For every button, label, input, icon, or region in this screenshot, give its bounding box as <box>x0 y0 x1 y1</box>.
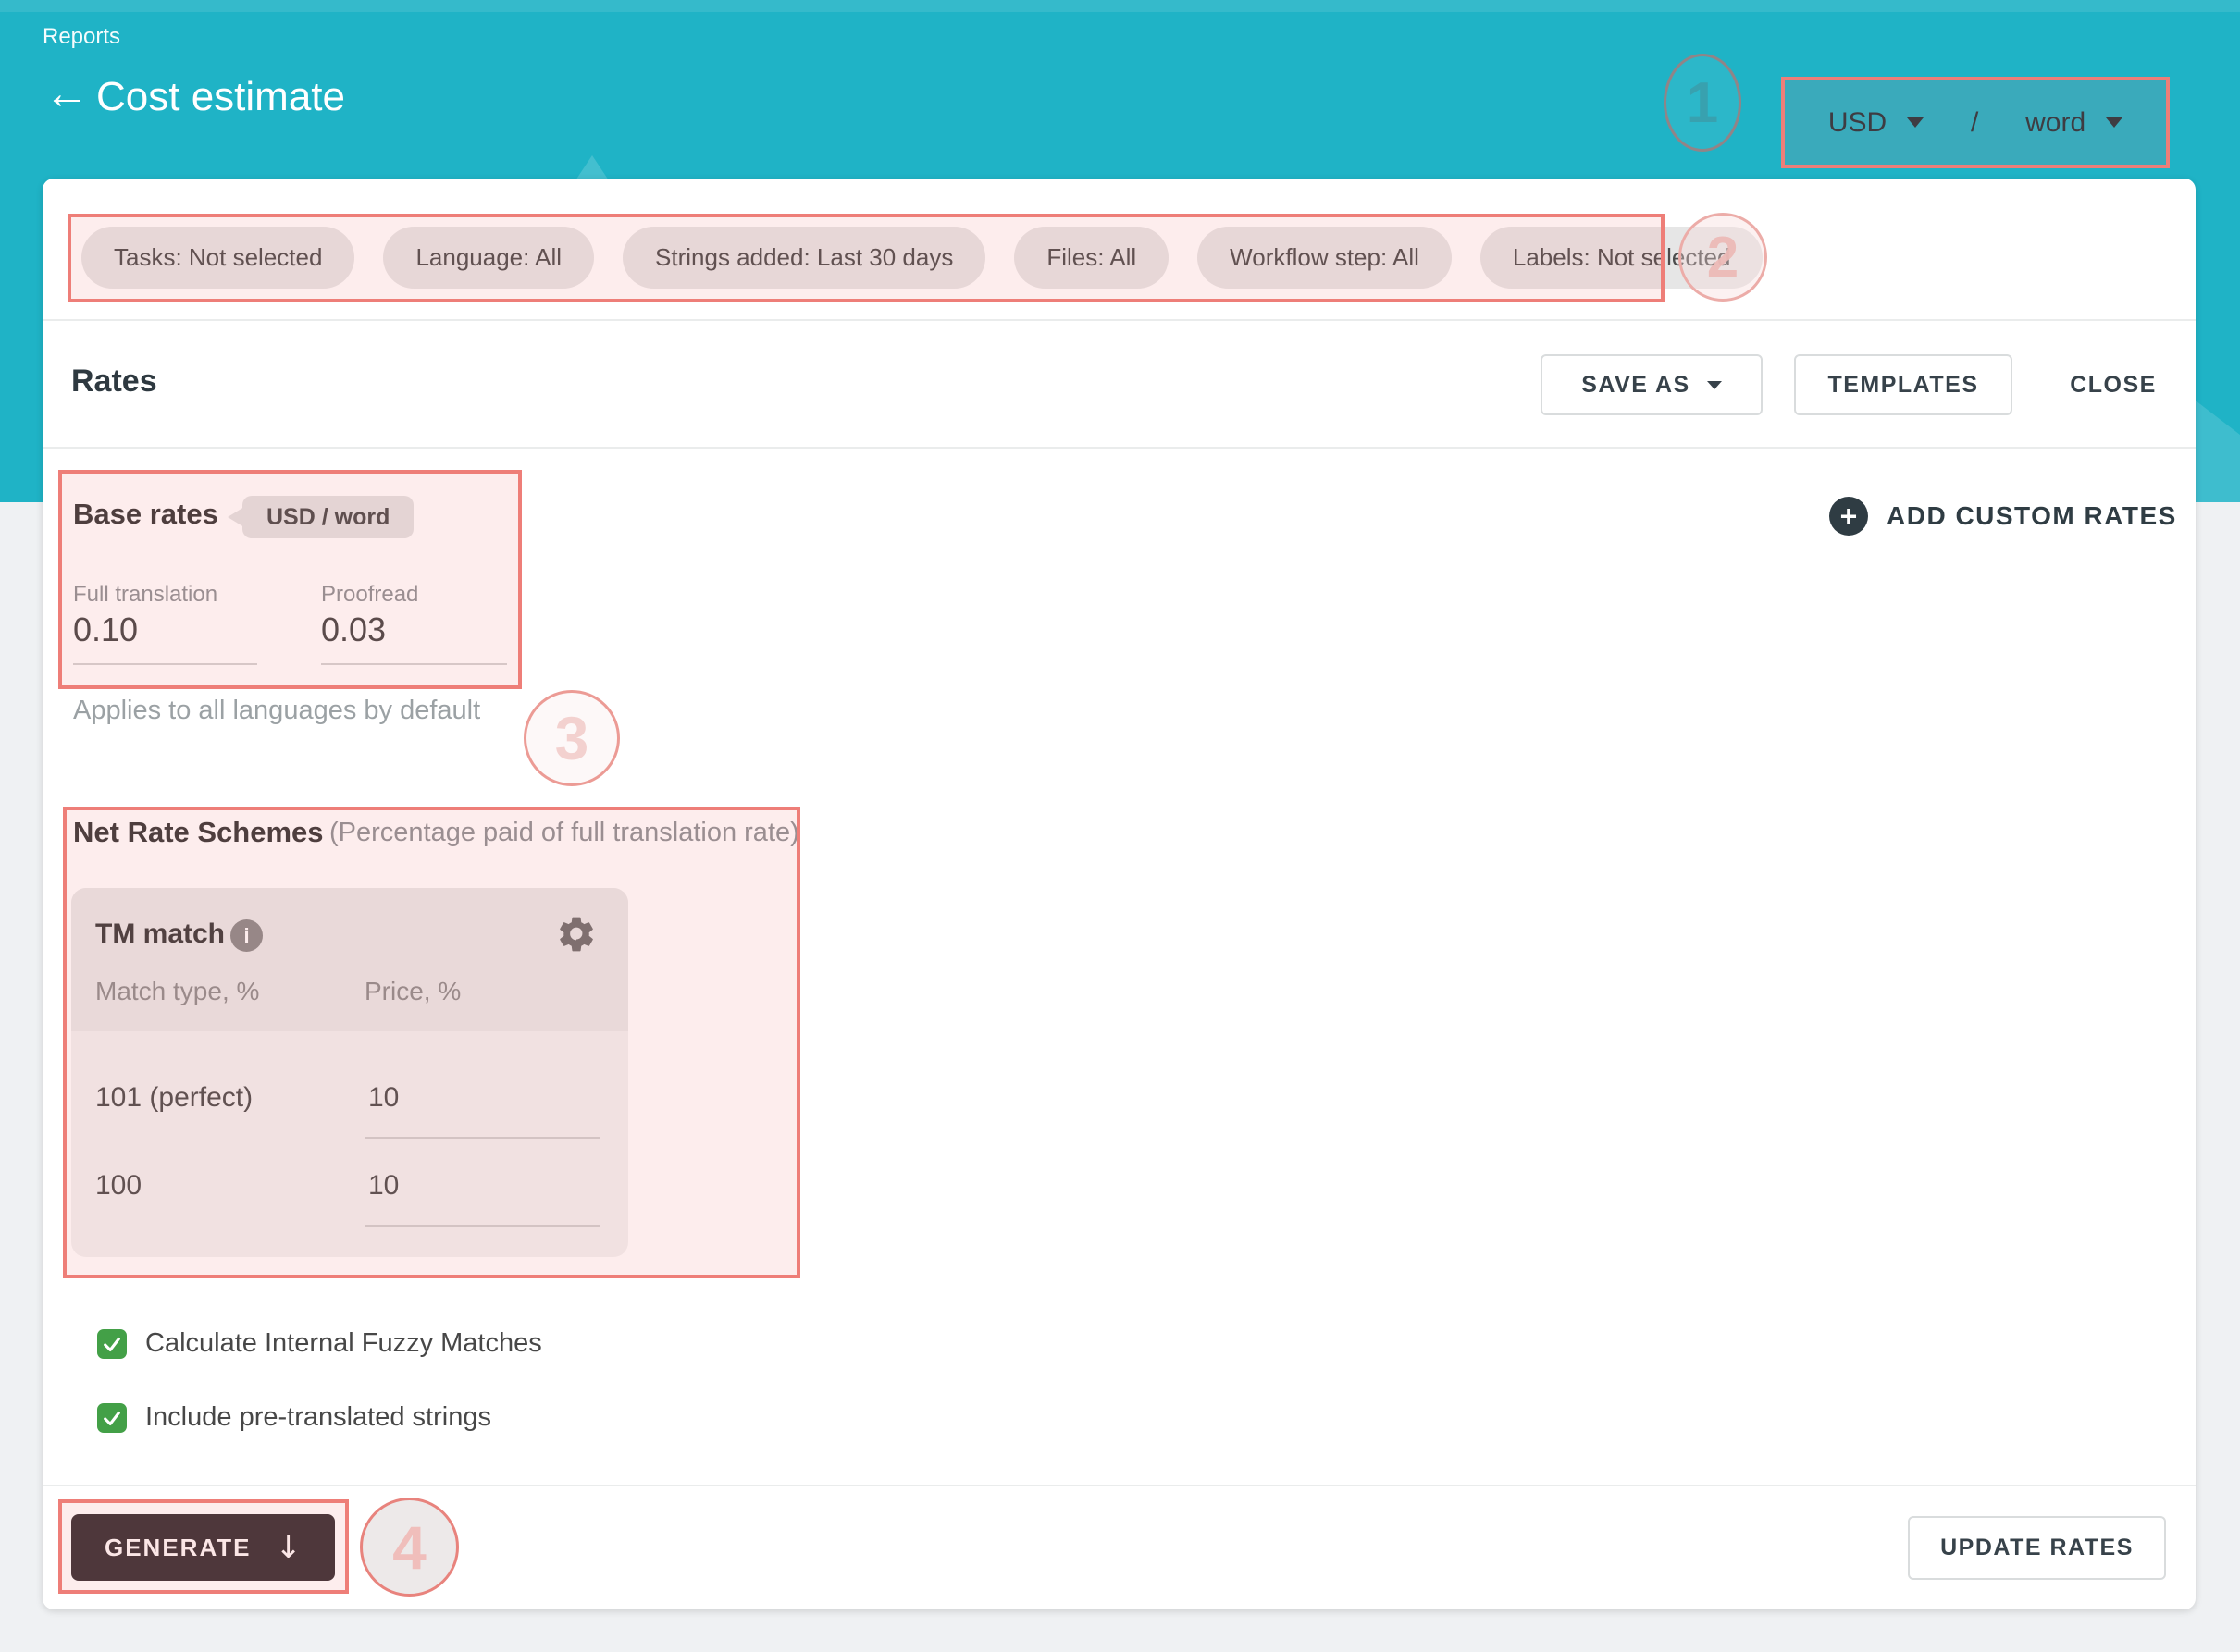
currency-dropdown[interactable]: USD <box>1828 107 1924 139</box>
match-type-cell: 100 <box>95 1170 142 1202</box>
divider <box>43 319 2196 321</box>
filter-chip-strings-added[interactable]: Strings added: Last 30 days <box>623 227 985 289</box>
currency-unit-badge: USD / word <box>242 496 414 538</box>
match-type-cell: 101 (perfect) <box>95 1082 253 1114</box>
input-underline <box>365 1225 600 1227</box>
price-column-header: Price, % <box>365 977 461 1006</box>
save-as-label: SAVE AS <box>1581 372 1689 399</box>
full-translation-label: Full translation <box>73 582 217 608</box>
currency-value: USD <box>1828 107 1887 139</box>
rates-section-title: Rates <box>71 364 157 400</box>
update-rates-button[interactable]: UPDATE RATES <box>1908 1516 2166 1580</box>
breadcrumb[interactable]: Reports <box>43 24 120 50</box>
currency-separator: / <box>1971 107 1978 139</box>
chevron-down-icon <box>1707 381 1722 389</box>
tm-match-card-header <box>71 888 628 1031</box>
back-arrow-icon[interactable]: ← <box>44 72 89 117</box>
checkbox-label: Calculate Internal Fuzzy Matches <box>145 1328 542 1359</box>
close-button[interactable]: CLOSE <box>2061 354 2165 415</box>
filter-chip-labels[interactable]: Labels: Not selected <box>1480 227 1764 289</box>
input-underline <box>365 1137 600 1139</box>
net-rate-schemes-subtitle: (Percentage paid of full translation rat… <box>329 818 799 848</box>
filters-row: Tasks: Not selected Language: All String… <box>81 227 1763 289</box>
net-rate-schemes-title: Net Rate Schemes <box>73 816 324 849</box>
info-icon[interactable]: i <box>230 919 263 952</box>
close-label: CLOSE <box>2070 372 2157 399</box>
chevron-down-icon <box>2106 117 2122 128</box>
add-custom-rates-label: ADD CUSTOM RATES <box>1887 501 2177 531</box>
gear-icon[interactable] <box>556 914 597 955</box>
checkbox-label: Include pre-translated strings <box>145 1402 491 1433</box>
checkbox-checked-icon[interactable] <box>97 1329 127 1359</box>
price-input[interactable]: 10 <box>368 1082 399 1114</box>
page-title: Cost estimate <box>96 74 345 120</box>
plus-circle-icon: + <box>1829 497 1868 536</box>
filter-chip-tasks[interactable]: Tasks: Not selected <box>81 227 354 289</box>
include-pre-translated-strings-option[interactable]: Include pre-translated strings <box>97 1402 491 1433</box>
filter-chip-workflow-step[interactable]: Workflow step: All <box>1197 227 1452 289</box>
base-rates-note: Applies to all languages by default <box>73 696 480 726</box>
checkbox-checked-icon[interactable] <box>97 1403 127 1433</box>
unit-value: word <box>2025 107 2085 139</box>
tm-match-card: TM match i Match type, % Price, % 101 (p… <box>71 888 628 1257</box>
templates-button[interactable]: TEMPLATES <box>1794 354 2012 415</box>
input-underline <box>321 663 507 665</box>
download-arrow-icon: ↓ <box>276 1529 303 1566</box>
unit-dropdown[interactable]: word <box>2025 107 2122 139</box>
input-underline <box>73 663 257 665</box>
add-custom-rates-button[interactable]: + ADD CUSTOM RATES <box>1829 497 2177 536</box>
calculate-internal-fuzzy-matches-option[interactable]: Calculate Internal Fuzzy Matches <box>97 1328 542 1359</box>
proofread-input[interactable]: 0.03 <box>321 610 386 649</box>
save-as-button[interactable]: SAVE AS <box>1541 354 1763 415</box>
match-type-column-header: Match type, % <box>95 977 259 1006</box>
chevron-down-icon <box>1907 117 1924 128</box>
templates-label: TEMPLATES <box>1827 372 1978 399</box>
filter-chip-files[interactable]: Files: All <box>1014 227 1169 289</box>
tm-match-title: TM match <box>95 918 225 950</box>
generate-button[interactable]: GENERATE ↓ <box>71 1514 335 1581</box>
divider <box>43 447 2196 449</box>
generate-label: GENERATE <box>105 1534 252 1562</box>
update-rates-label: UPDATE RATES <box>1940 1535 2134 1561</box>
full-translation-input[interactable]: 0.10 <box>73 610 138 649</box>
base-rates-title: Base rates <box>73 498 218 531</box>
proofread-label: Proofread <box>321 582 418 608</box>
currency-unit-bar: USD / word <box>1781 77 2170 168</box>
price-input[interactable]: 10 <box>368 1170 399 1202</box>
divider <box>43 1485 2196 1486</box>
filter-chip-language[interactable]: Language: All <box>383 227 594 289</box>
